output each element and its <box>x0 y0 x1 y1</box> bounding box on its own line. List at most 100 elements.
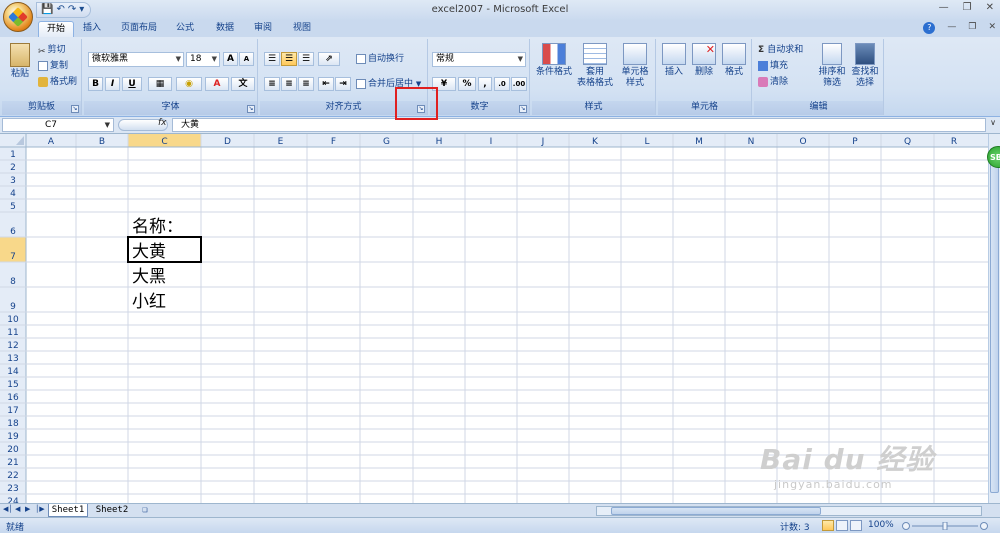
row-header-15[interactable]: 15 <box>7 380 18 390</box>
insert-sheet-icon[interactable]: ❏ <box>136 504 154 517</box>
increase-decimal-button[interactable]: .0 <box>494 77 510 91</box>
number-format-combo[interactable]: 常规 ▼ <box>432 52 526 67</box>
zoom-out-icon[interactable] <box>902 522 910 530</box>
row-header-9[interactable]: 9 <box>10 302 16 312</box>
insert-function-icon[interactable]: fx <box>158 118 167 128</box>
column-header-j[interactable]: J <box>541 137 545 147</box>
cell-c6[interactable]: 名称： <box>132 217 183 237</box>
column-header-p[interactable]: P <box>852 137 858 147</box>
office-button[interactable] <box>3 2 33 32</box>
tab-formulas[interactable]: 公式 <box>170 21 200 37</box>
row-header-10[interactable]: 10 <box>7 315 19 325</box>
format-as-table-button[interactable]: 套用 表格格式 <box>574 43 616 89</box>
align-center-button[interactable]: ≡ <box>281 77 297 91</box>
font-color-button[interactable]: A <box>205 77 229 91</box>
clipboard-launcher-icon[interactable]: ↘ <box>71 105 79 113</box>
sheet-tab-sheet2[interactable]: Sheet2 <box>92 504 132 517</box>
delete-cells-button[interactable]: ✕ 删除 <box>690 43 718 78</box>
phonetic-button[interactable]: 文 <box>231 77 255 91</box>
row-header-13[interactable]: 13 <box>7 354 18 364</box>
fill-color-button[interactable]: ◉ <box>176 77 202 91</box>
horizontal-scrollbar[interactable] <box>596 506 982 516</box>
sort-filter-button[interactable]: 排序和 筛选 <box>816 43 848 89</box>
expand-formula-icon[interactable]: ∨ <box>988 118 998 132</box>
ribbon-restore-icon[interactable]: ❐ <box>968 22 976 34</box>
wrap-text-button[interactable]: 自动换行 <box>356 52 404 66</box>
row-header-18[interactable]: 18 <box>7 419 19 429</box>
column-header-f[interactable]: F <box>331 137 336 147</box>
column-header-q[interactable]: Q <box>904 137 911 147</box>
column-header-e[interactable]: E <box>278 137 284 147</box>
tab-home[interactable]: 开始 <box>38 21 74 37</box>
row-header-11[interactable]: 11 <box>7 328 18 338</box>
cell-styles-button[interactable]: 单元格 样式 <box>616 43 654 89</box>
comma-button[interactable]: , <box>478 77 492 91</box>
row-header-23[interactable]: 23 <box>7 484 18 494</box>
align-left-button[interactable]: ≡ <box>264 77 280 91</box>
zoom-thumb[interactable] <box>942 522 948 530</box>
tab-data[interactable]: 数据 <box>210 21 240 37</box>
row-header-19[interactable]: 19 <box>7 432 19 442</box>
normal-view-icon[interactable] <box>822 520 834 531</box>
find-select-button[interactable]: 查找和 选择 <box>848 43 882 89</box>
close-icon[interactable]: ✕ <box>986 2 994 13</box>
row-header-20[interactable]: 20 <box>7 445 19 455</box>
bold-button[interactable]: B <box>88 77 103 91</box>
minimize-icon[interactable]: — <box>939 2 949 13</box>
cell-c8[interactable]: 大黑 <box>132 267 166 287</box>
row-header-16[interactable]: 16 <box>7 393 19 403</box>
next-sheet-icon[interactable]: ▶ <box>25 505 30 513</box>
clear-button[interactable]: 清除 <box>758 75 788 89</box>
zoom-in-icon[interactable] <box>980 522 988 530</box>
row-header-6[interactable]: 6 <box>10 227 16 237</box>
tab-page-layout[interactable]: 页面布局 <box>114 21 164 37</box>
borders-button[interactable]: ▦ <box>148 77 172 91</box>
font-launcher-icon[interactable]: ↘ <box>247 105 255 113</box>
row-header-2[interactable]: 2 <box>10 163 16 173</box>
row-header-17[interactable]: 17 <box>7 406 18 416</box>
font-size-combo[interactable]: 18 ▼ <box>186 52 220 67</box>
align-bottom-button[interactable]: ☰ <box>298 52 314 66</box>
vertical-scroll-thumb[interactable] <box>990 148 999 493</box>
increase-indent-button[interactable]: ⇥ <box>335 77 351 91</box>
column-header-r[interactable]: R <box>951 137 957 147</box>
cell-c9[interactable]: 小红 <box>132 292 166 312</box>
row-header-14[interactable]: 14 <box>7 367 19 377</box>
zoom-slider[interactable] <box>900 522 990 530</box>
tab-insert[interactable]: 插入 <box>78 21 106 37</box>
row-header-12[interactable]: 12 <box>7 341 18 351</box>
column-header-l[interactable]: L <box>644 137 649 147</box>
last-sheet-icon[interactable]: │▶ <box>35 505 45 513</box>
ribbon-minimize-icon[interactable]: — <box>947 22 956 34</box>
orientation-button[interactable]: ⇗ <box>318 52 340 66</box>
row-header-7[interactable]: 7 <box>10 252 16 262</box>
help-icon[interactable]: ? <box>923 22 936 34</box>
fill-button[interactable]: 填充 <box>758 59 788 73</box>
row-header-22[interactable]: 22 <box>7 471 18 481</box>
underline-button[interactable]: U <box>122 77 142 91</box>
tab-review[interactable]: 审阅 <box>248 21 278 37</box>
percent-button[interactable]: % <box>458 77 476 91</box>
zoom-level[interactable]: 100% <box>868 520 894 530</box>
row-header-3[interactable]: 3 <box>10 176 16 186</box>
align-top-button[interactable]: ☰ <box>264 52 280 66</box>
autosum-button[interactable]: Σ 自动求和 <box>758 43 803 57</box>
row-header-21[interactable]: 21 <box>7 458 18 468</box>
decrease-decimal-button[interactable]: .00 <box>511 77 527 91</box>
first-sheet-icon[interactable]: ◀│ <box>3 505 13 513</box>
insert-cells-button[interactable]: 插入 <box>660 43 688 78</box>
number-launcher-icon[interactable]: ↘ <box>519 105 527 113</box>
align-right-button[interactable]: ≡ <box>298 77 314 91</box>
decrease-indent-button[interactable]: ⇤ <box>318 77 334 91</box>
column-header-o[interactable]: O <box>799 137 806 147</box>
paste-button[interactable]: 粘贴 <box>6 43 34 80</box>
column-header-i[interactable]: I <box>490 137 493 147</box>
row-header-8[interactable]: 8 <box>10 277 16 287</box>
align-middle-button[interactable]: ☰ <box>281 52 297 66</box>
column-header-d[interactable]: D <box>224 137 231 147</box>
column-header-h[interactable]: H <box>436 137 443 147</box>
grow-font-button[interactable]: A <box>223 52 238 66</box>
vertical-scrollbar[interactable] <box>988 134 1000 503</box>
copy-button[interactable]: 复制 <box>38 59 68 73</box>
column-header-a[interactable]: A <box>48 137 55 147</box>
